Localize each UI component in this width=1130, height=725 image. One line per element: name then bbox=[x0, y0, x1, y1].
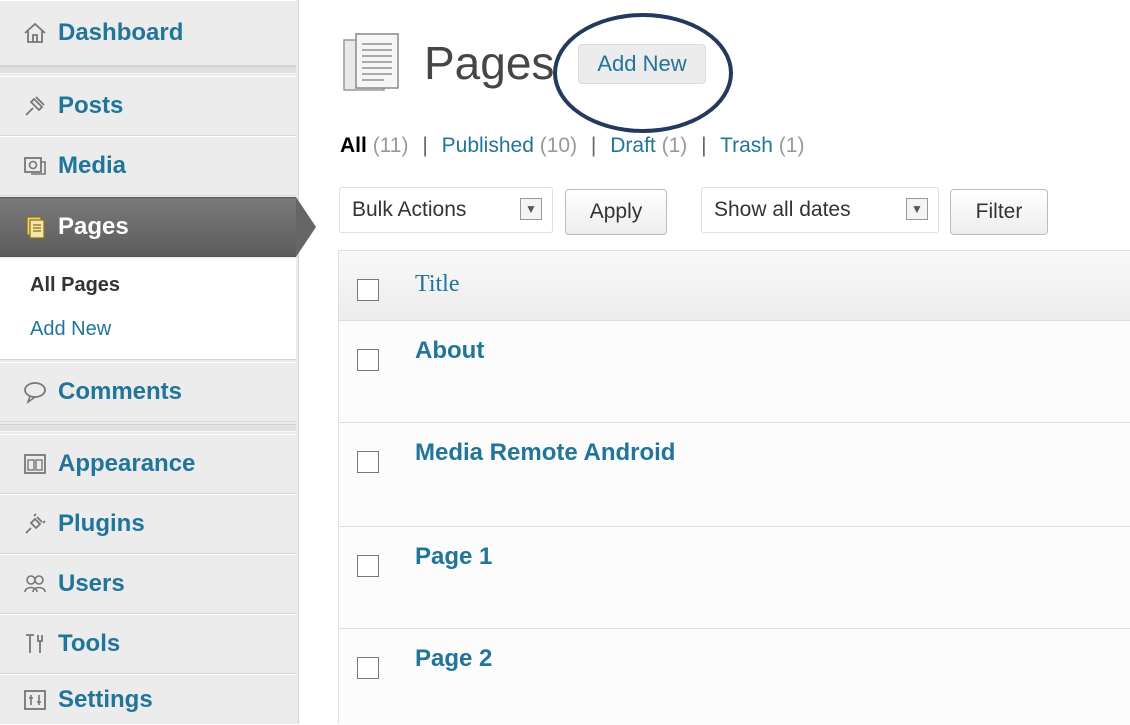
tools-icon bbox=[22, 631, 48, 657]
row-title-link[interactable]: Media Remote Android bbox=[415, 439, 675, 467]
pages-submenu: All Pages Add New bbox=[0, 258, 296, 360]
menu-plugins-label: Plugins bbox=[58, 510, 145, 537]
table-row: Media Remote Android bbox=[339, 423, 1130, 527]
menu-dashboard-label: Dashboard bbox=[58, 19, 184, 46]
menu-tools-label: Tools bbox=[58, 630, 121, 657]
filter-separator: | bbox=[701, 134, 707, 157]
appearance-icon bbox=[22, 451, 48, 477]
row-checkbox[interactable] bbox=[357, 451, 379, 473]
plug-icon bbox=[22, 511, 48, 537]
row-checkbox[interactable] bbox=[357, 349, 379, 371]
page-title: Pages bbox=[424, 37, 555, 89]
submenu-add-new[interactable]: Add New bbox=[30, 318, 111, 341]
table-row: About bbox=[339, 321, 1130, 423]
menu-comments-label: Comments bbox=[58, 378, 183, 405]
date-filter-select[interactable]: Show all dates ▼ bbox=[701, 187, 939, 233]
chevron-down-icon: ▼ bbox=[906, 198, 928, 220]
menu-media-label: Media bbox=[58, 152, 127, 179]
row-title-link[interactable]: About bbox=[415, 337, 484, 365]
bulk-actions-select[interactable]: Bulk Actions ▼ bbox=[339, 187, 553, 233]
menu-posts[interactable]: Posts bbox=[0, 76, 296, 136]
filter-trash-count: (1) bbox=[778, 134, 805, 157]
menu-comments[interactable]: Comments bbox=[0, 362, 296, 422]
highlight-ellipse bbox=[553, 13, 733, 133]
filter-draft-count: (1) bbox=[661, 134, 688, 157]
menu-pages-label: Pages bbox=[58, 213, 129, 240]
filter-all[interactable]: All bbox=[340, 134, 367, 157]
pages-icon bbox=[22, 214, 48, 240]
date-filter-value: Show all dates bbox=[714, 198, 851, 221]
select-all-checkbox[interactable] bbox=[357, 279, 379, 301]
filter-separator: | bbox=[422, 134, 428, 157]
settings-icon bbox=[22, 687, 48, 713]
comment-icon bbox=[22, 379, 48, 405]
menu-settings-label: Settings bbox=[58, 685, 153, 713]
menu-media[interactable]: Media bbox=[0, 136, 296, 196]
menu-plugins[interactable]: Plugins bbox=[0, 494, 296, 554]
current-menu-arrow bbox=[296, 197, 316, 257]
menu-separator bbox=[0, 424, 296, 432]
filter-draft[interactable]: Draft bbox=[610, 134, 656, 157]
menu-users[interactable]: Users bbox=[0, 554, 296, 614]
table-row: Page 2 bbox=[339, 629, 1130, 725]
media-icon bbox=[22, 153, 48, 179]
menu-appearance[interactable]: Appearance bbox=[0, 434, 296, 494]
menu-users-label: Users bbox=[58, 570, 125, 597]
table-header: Title bbox=[339, 251, 1130, 321]
pages-table: Title About Media Remote Android Page 1 … bbox=[338, 250, 1130, 725]
menu-tools[interactable]: Tools bbox=[0, 614, 296, 674]
filter-separator: | bbox=[590, 134, 597, 157]
filter-all-count: (11) bbox=[372, 134, 409, 157]
admin-sidebar: Dashboard Posts Media Pages All Pages Ad… bbox=[0, 0, 316, 724]
filter-button[interactable]: Filter bbox=[950, 189, 1048, 235]
row-title-link[interactable]: Page 1 bbox=[415, 543, 492, 571]
home-icon bbox=[22, 20, 48, 46]
filter-published-count: (10) bbox=[539, 134, 578, 157]
row-checkbox[interactable] bbox=[357, 657, 379, 679]
menu-appearance-label: Appearance bbox=[58, 450, 196, 477]
menu-posts-label: Posts bbox=[58, 92, 124, 119]
bulk-actions-value: Bulk Actions bbox=[352, 198, 467, 221]
chevron-down-icon: ▼ bbox=[520, 198, 542, 220]
table-row: Page 1 bbox=[339, 527, 1130, 629]
menu-settings[interactable]: Settings bbox=[0, 674, 296, 724]
filter-published[interactable]: Published bbox=[442, 134, 534, 157]
filter-trash[interactable]: Trash bbox=[720, 134, 773, 157]
users-icon bbox=[22, 571, 48, 597]
menu-dashboard[interactable]: Dashboard bbox=[0, 0, 296, 66]
apply-button[interactable]: Apply bbox=[565, 189, 667, 235]
submenu-all-pages[interactable]: All Pages bbox=[30, 274, 120, 297]
row-checkbox[interactable] bbox=[357, 555, 379, 577]
row-title-link[interactable]: Page 2 bbox=[415, 645, 492, 673]
status-filter-links: All (11) | Published (10) | Draft (1) | … bbox=[340, 134, 804, 158]
pin-icon bbox=[22, 93, 48, 119]
pages-icon bbox=[340, 30, 404, 96]
menu-separator bbox=[0, 66, 296, 74]
menu-pages[interactable]: Pages bbox=[0, 197, 296, 257]
column-title-header[interactable]: Title bbox=[415, 271, 459, 298]
